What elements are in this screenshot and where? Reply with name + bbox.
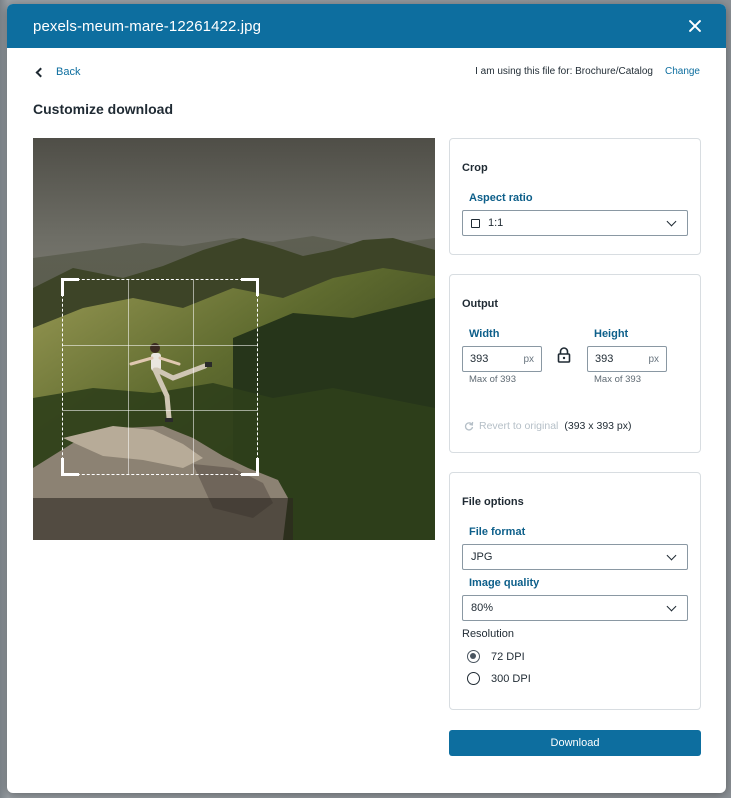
aspect-ratio-select[interactable]: 1:1	[462, 210, 688, 236]
lock-icon[interactable]	[557, 347, 571, 363]
radio-300-dpi-label: 300 DPI	[491, 672, 531, 685]
revert-label: Revert to original	[479, 420, 559, 432]
crop-panel: Crop Aspect ratio 1:1	[449, 138, 701, 255]
crop-handle-bottom-right[interactable]	[241, 458, 259, 476]
aspect-ratio-label: Aspect ratio	[469, 192, 533, 204]
crop-grid-line	[63, 410, 257, 411]
original-size: (393 x 393 px)	[564, 420, 632, 432]
image-quality-value: 80%	[471, 602, 494, 614]
output-panel: Output Width 393 px Max of 393 Height 39…	[449, 274, 701, 453]
image-preview[interactable]	[33, 138, 435, 540]
width-label: Width	[469, 328, 500, 340]
chevron-down-icon	[666, 216, 677, 227]
usage-info: I am using this file for: Brochure/Catal…	[475, 66, 700, 77]
file-format-select[interactable]: JPG	[462, 544, 688, 570]
width-max-note: Max of 393	[469, 374, 516, 385]
height-unit: px	[648, 353, 659, 365]
resolution-label: Resolution	[462, 628, 514, 640]
revert-to-original[interactable]: Revert to original (393 x 393 px)	[464, 420, 632, 432]
aspect-ratio-value: 1:1	[488, 217, 504, 229]
height-input[interactable]: 393 px	[587, 346, 667, 372]
crop-grid-line	[193, 280, 194, 474]
crop-grid-line	[63, 345, 257, 346]
image-quality-label: Image quality	[469, 577, 540, 589]
square-icon	[471, 218, 480, 228]
close-icon[interactable]	[686, 17, 704, 35]
crop-handle-bottom-left[interactable]	[61, 458, 79, 476]
crop-selection[interactable]	[61, 278, 259, 476]
file-format-label: File format	[469, 526, 526, 538]
radio-300-dpi[interactable]: 300 DPI	[467, 672, 531, 685]
crop-handle-top-left[interactable]	[61, 278, 79, 296]
file-format-value: JPG	[471, 551, 493, 563]
dialog-title: pexels-meum-mare-12261422.jpg	[33, 17, 262, 35]
crop-title: Crop	[462, 162, 488, 174]
height-value: 393	[595, 353, 614, 365]
width-value: 393	[470, 353, 489, 365]
chevron-down-icon	[666, 601, 677, 612]
usage-text: I am using this file for: Brochure/Catal…	[475, 66, 653, 77]
back-label: Back	[56, 66, 81, 78]
radio-72-dpi-label: 72 DPI	[491, 650, 525, 663]
file-options-panel: File options File format JPG Image quali…	[449, 472, 701, 710]
chevron-down-icon	[666, 550, 677, 561]
image-quality-select[interactable]: 80%	[462, 595, 688, 621]
download-button[interactable]: Download	[449, 730, 701, 756]
chevron-left-icon	[35, 67, 46, 77]
width-input[interactable]: 393 px	[462, 346, 542, 372]
back-button[interactable]: Back	[35, 66, 81, 78]
file-options-title: File options	[462, 496, 524, 508]
radio-button-selected[interactable]	[467, 650, 480, 663]
radio-72-dpi[interactable]: 72 DPI	[467, 650, 525, 663]
page-title: Customize download	[33, 101, 173, 117]
dialog-topbar: Back I am using this file for: Brochure/…	[33, 66, 700, 82]
change-usage-link[interactable]: Change	[665, 66, 700, 77]
radio-button[interactable]	[467, 672, 480, 685]
crop-grid-line	[128, 280, 129, 474]
crop-handle-top-right[interactable]	[241, 278, 259, 296]
width-unit: px	[523, 353, 534, 365]
output-title: Output	[462, 298, 499, 310]
download-dialog: pexels-meum-mare-12261422.jpg Back I am …	[7, 4, 726, 793]
revert-icon	[464, 421, 474, 431]
dialog-header: pexels-meum-mare-12261422.jpg	[7, 4, 726, 48]
height-label: Height	[594, 328, 629, 340]
height-max-note: Max of 393	[594, 374, 641, 385]
